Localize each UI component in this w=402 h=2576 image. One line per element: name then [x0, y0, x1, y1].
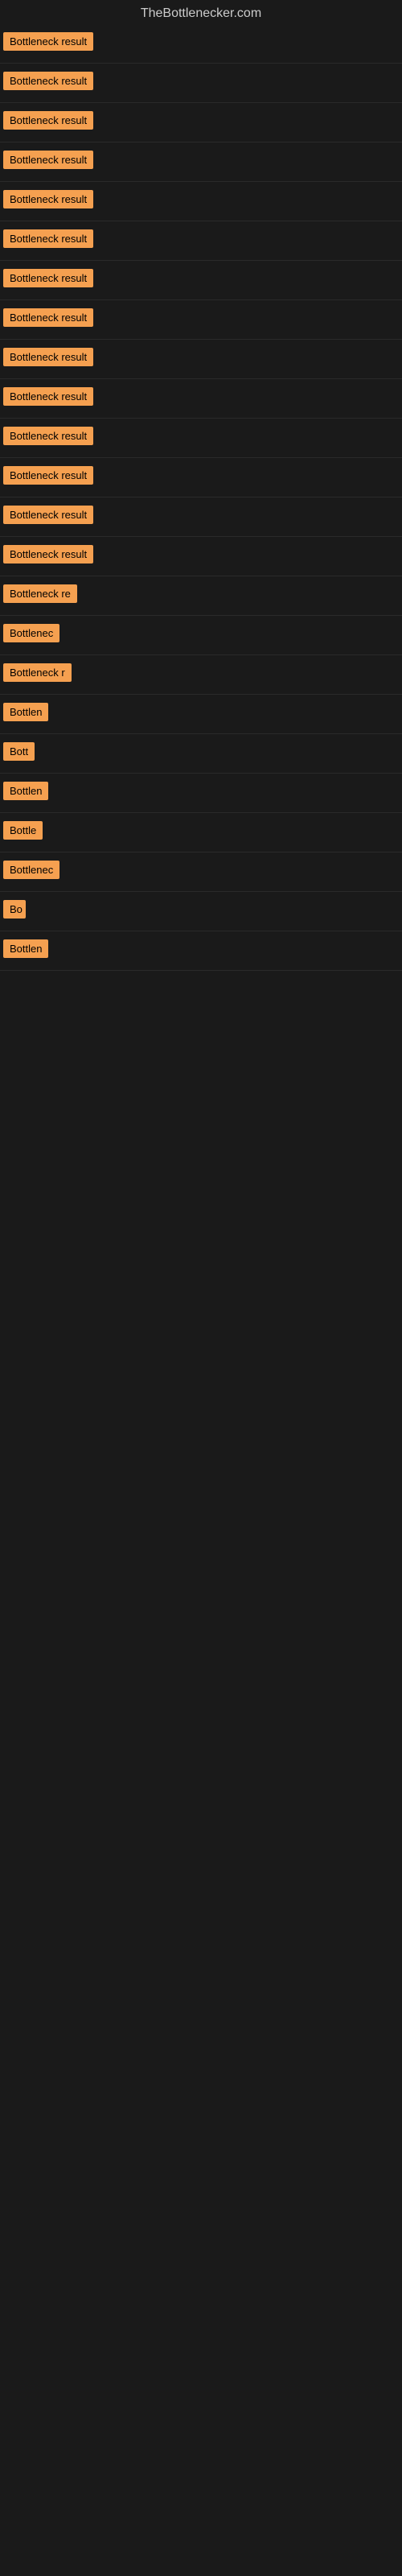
bottleneck-badge[interactable]: Bottleneck result: [3, 151, 93, 169]
bottleneck-badge[interactable]: Bottleneck result: [3, 466, 93, 485]
bottleneck-badge[interactable]: Bottlen: [3, 782, 48, 800]
list-item: Bo: [0, 892, 402, 931]
list-item: Bottleneck result: [0, 261, 402, 300]
bottleneck-badge[interactable]: Bottle: [3, 821, 43, 840]
bottleneck-badge[interactable]: Bottleneck result: [3, 348, 93, 366]
list-item: Bottleneck r: [0, 655, 402, 695]
bottleneck-badge[interactable]: Bottleneck r: [3, 663, 72, 682]
list-item: Bottlen: [0, 695, 402, 734]
bottleneck-badge[interactable]: Bottlenec: [3, 861, 59, 879]
bottleneck-badge[interactable]: Bott: [3, 742, 35, 761]
bottleneck-badge[interactable]: Bottleneck result: [3, 111, 93, 130]
bottleneck-badge[interactable]: Bottlen: [3, 703, 48, 721]
bottleneck-badge[interactable]: Bottleneck result: [3, 506, 93, 524]
bottleneck-badge[interactable]: Bottleneck result: [3, 269, 93, 287]
list-item: Bottleneck result: [0, 419, 402, 458]
bottleneck-badge[interactable]: Bottlen: [3, 939, 48, 958]
bottleneck-badge[interactable]: Bo: [3, 900, 26, 919]
items-container: Bottleneck result Bottleneck result Bottle…: [0, 24, 402, 971]
list-item: Bottleneck result: [0, 103, 402, 142]
bottleneck-badge[interactable]: Bottleneck result: [3, 427, 93, 445]
list-item: Bottleneck result: [0, 340, 402, 379]
list-item: Bottleneck result: [0, 537, 402, 576]
list-item: Bottleneck result: [0, 458, 402, 497]
list-item: Bottlenec: [0, 852, 402, 892]
list-item: Bottleneck result: [0, 300, 402, 340]
bottleneck-badge[interactable]: Bottleneck result: [3, 72, 93, 90]
list-item: Bottleneck result: [0, 379, 402, 419]
list-item: Bottlenec: [0, 616, 402, 655]
list-item: Bottleneck result: [0, 497, 402, 537]
list-item: Bottleneck result: [0, 182, 402, 221]
bottleneck-badge[interactable]: Bottleneck result: [3, 32, 93, 51]
list-item: Bott: [0, 734, 402, 774]
bottleneck-badge[interactable]: Bottleneck result: [3, 545, 93, 564]
list-item: Bottleneck result: [0, 64, 402, 103]
bottleneck-badge[interactable]: Bottleneck result: [3, 308, 93, 327]
bottleneck-badge[interactable]: Bottleneck result: [3, 229, 93, 248]
list-item: Bottleneck result: [0, 24, 402, 64]
list-item: Bottleneck re: [0, 576, 402, 616]
bottleneck-badge[interactable]: Bottlenec: [3, 624, 59, 642]
list-item: Bottlen: [0, 931, 402, 971]
bottleneck-badge[interactable]: Bottleneck re: [3, 584, 77, 603]
site-title: TheBottlenecker.com: [0, 0, 402, 24]
page-wrapper: TheBottlenecker.com Bottleneck resultBot…: [0, 0, 402, 971]
list-item: Bottleneck result: [0, 142, 402, 182]
list-item: Bottlen: [0, 774, 402, 813]
bottleneck-badge[interactable]: Bottleneck result: [3, 190, 93, 208]
list-item: Bottle: [0, 813, 402, 852]
list-item: Bottleneck result: [0, 221, 402, 261]
bottleneck-badge[interactable]: Bottleneck result: [3, 387, 93, 406]
